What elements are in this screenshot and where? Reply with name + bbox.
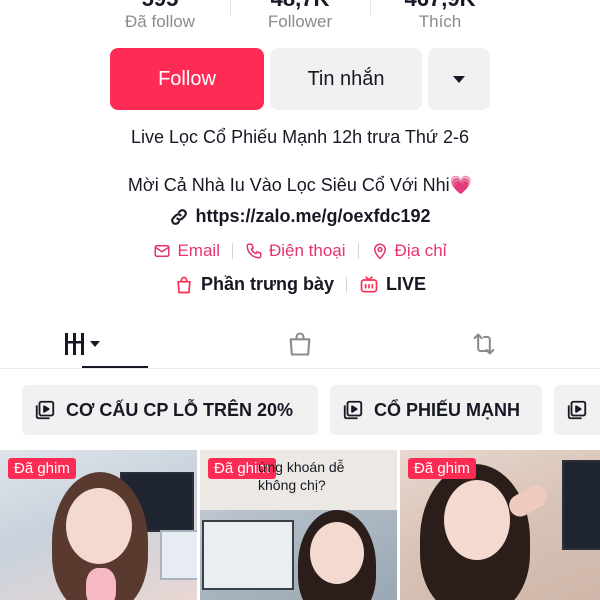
stat-likes-count: 467,9K: [370, 0, 510, 12]
phone-icon: [246, 243, 262, 259]
live-link[interactable]: LIVE: [359, 274, 426, 295]
bio-line-1: Live Lọc Cổ Phiếu Mạnh 12h trưa Thứ 2-6: [131, 127, 469, 147]
profile-tabs: [0, 322, 600, 370]
showcase-label: Phần trưng bày: [200, 274, 335, 294]
stat-followers-count: 48,7K: [230, 0, 370, 12]
follow-button[interactable]: Follow: [110, 48, 264, 110]
stat-likes[interactable]: 467,9K Thích: [370, 0, 510, 32]
location-icon: [373, 243, 386, 260]
grid-columns-icon: [65, 333, 100, 355]
tab-reposts[interactable]: [384, 322, 584, 366]
stats-row: 595 Đã follow 48,7K Follower 467,9K Thíc…: [0, 0, 600, 32]
repost-icon: [473, 333, 495, 355]
playlist-chip[interactable]: CƠ CẤU CP LỖ TRÊN 20%: [22, 385, 318, 435]
stat-following-count: 595: [90, 0, 230, 12]
flower-image: [86, 568, 116, 600]
contact-phone[interactable]: Điện thoại: [245, 241, 346, 261]
pinned-badge: Đã ghim: [8, 458, 76, 479]
monitor-image: [562, 460, 600, 550]
playlist-label: CƠ CẤU CP LỖ TRÊN 20%: [66, 399, 294, 420]
playlist-row: CƠ CẤU CP LỖ TRÊN 20% CỔ PHIẾU MẠNH: [0, 385, 600, 435]
playlist-label: CỔ PHIẾU MẠNH: [374, 399, 521, 420]
contact-address-label: Địa chỉ: [394, 241, 447, 260]
bio-line-2-text: Mời Cả Nhà Iu Vào Lọc Siêu Cổ Với Nhi: [127, 175, 450, 195]
shopping-bag-icon: [177, 276, 191, 293]
showcase-link[interactable]: Phần trưng bày: [174, 274, 334, 295]
face-image: [310, 522, 364, 584]
video-thumbnail[interactable]: Đã ghim: [400, 450, 600, 600]
monitor-image: [202, 520, 294, 590]
divider: [231, 243, 233, 259]
tabs-divider: [0, 368, 600, 369]
message-button[interactable]: Tin nhắn: [270, 48, 422, 110]
contact-phone-label: Điện thoại: [268, 241, 346, 260]
stat-likes-label: Thích: [418, 12, 462, 31]
video-caption: ứng khoán dễ không chị?: [258, 459, 345, 493]
bio-line-2: Mời Cả Nhà Iu Vào Lọc Siêu Cổ Với Nhi💗: [0, 175, 600, 196]
profile-actions: Follow Tin nhắn: [110, 48, 490, 110]
mail-icon: [154, 245, 170, 257]
tab-shop[interactable]: [200, 322, 400, 366]
extras-row: Phần trưng bày LIVE: [0, 274, 600, 295]
bio-link[interactable]: https://zalo.me/g/oexfdc192: [0, 206, 600, 227]
face-image: [444, 480, 510, 560]
stat-following-label: Đã follow: [125, 12, 195, 31]
playlist-icon: [35, 400, 55, 420]
caret-down-icon: [453, 75, 465, 83]
monitor-image: [160, 530, 197, 580]
live-label: LIVE: [386, 274, 427, 294]
stat-followers[interactable]: 48,7K Follower: [230, 0, 370, 32]
contact-email[interactable]: Email: [153, 241, 220, 261]
face-image: [66, 488, 132, 564]
link-icon: [171, 208, 188, 225]
playlist-icon: [567, 400, 587, 420]
video-thumbnail[interactable]: Đã ghim ứng khoán dễ không chị?: [200, 450, 397, 600]
heart-emoji: 💗: [449, 175, 473, 195]
video-grid: Đã ghim Đã ghim ứng khoán dễ không chị? …: [0, 450, 600, 600]
contact-email-label: Email: [177, 241, 220, 260]
more-options-button[interactable]: [428, 48, 490, 110]
playlist-icon: [343, 400, 363, 420]
pinned-badge: Đã ghim: [408, 458, 476, 479]
playlist-chip[interactable]: [554, 385, 600, 435]
bio-link-text: https://zalo.me/g/oexfdc192: [195, 206, 431, 226]
video-thumbnail[interactable]: Đã ghim: [0, 450, 197, 600]
tab-videos[interactable]: [16, 322, 150, 366]
bag-icon: [289, 332, 311, 356]
stat-followers-label: Follower: [267, 12, 333, 31]
live-tv-icon: [360, 275, 378, 292]
contact-address[interactable]: Địa chỉ: [371, 241, 447, 261]
contact-row: Email Điện thoại Địa chỉ: [0, 241, 600, 261]
stat-following[interactable]: 595 Đã follow: [90, 0, 230, 32]
divider: [357, 243, 359, 259]
divider: [346, 276, 348, 293]
playlist-chip[interactable]: CỔ PHIẾU MẠNH: [330, 385, 542, 435]
